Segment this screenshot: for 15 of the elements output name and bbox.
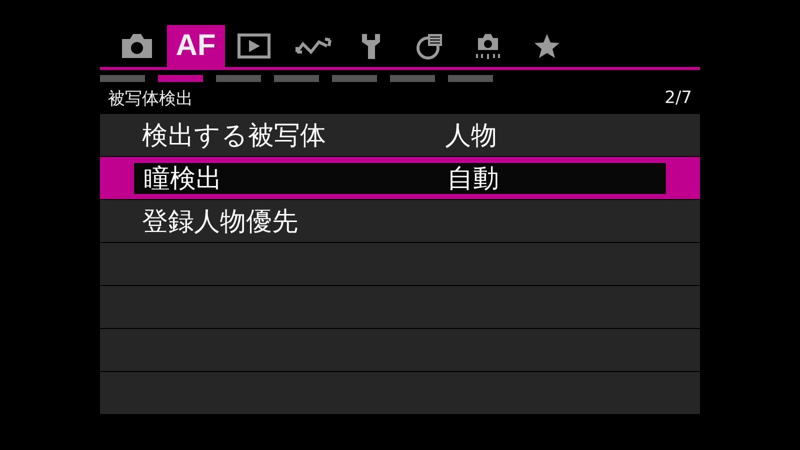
setting-value: 自動 bbox=[447, 162, 499, 196]
custom-menu-icon bbox=[414, 32, 445, 60]
setting-value: 人物 bbox=[445, 120, 497, 152]
setting-label: 瞳検出 bbox=[144, 162, 223, 196]
section-title: 被写体検出 bbox=[108, 88, 193, 110]
star-icon bbox=[532, 33, 561, 59]
menu-row[interactable]: 検出する被写体 人物 bbox=[100, 114, 700, 157]
setting-label: 登録人物優先 bbox=[142, 206, 299, 238]
menu-row[interactable]: 登録人物優先 bbox=[100, 200, 700, 243]
page-number: 2/7 bbox=[664, 88, 692, 108]
play-icon bbox=[237, 33, 272, 59]
menu-tab[interactable]: AF bbox=[166, 25, 225, 67]
setting-label: 検出する被写体 bbox=[142, 120, 327, 152]
menu-row[interactable]: 瞳検出 自動 bbox=[100, 157, 700, 200]
camera-icon bbox=[120, 33, 154, 59]
